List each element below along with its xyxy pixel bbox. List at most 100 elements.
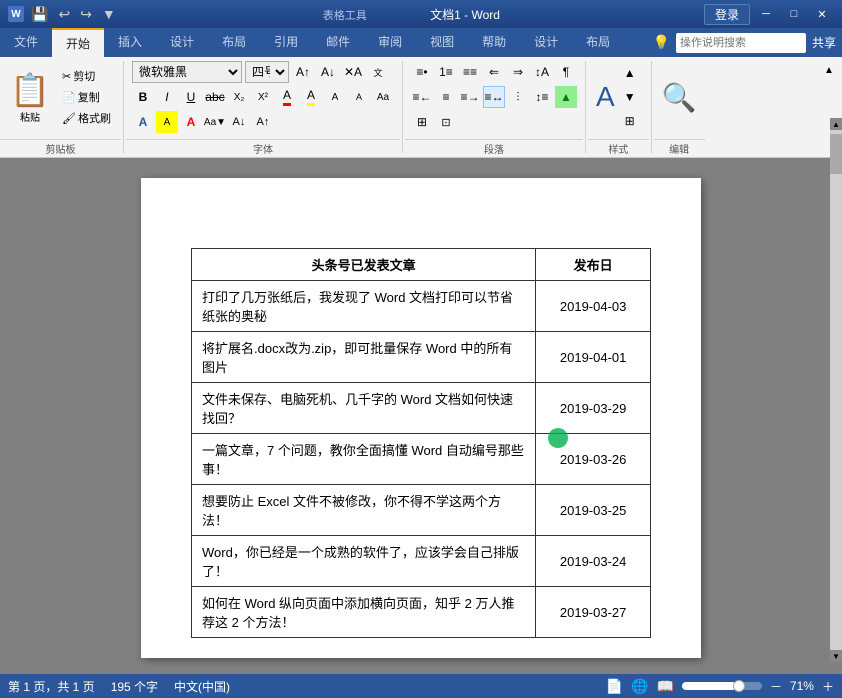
scroll-down-button[interactable]: ▼ (830, 650, 842, 662)
format-paint-icon: 🖌 (62, 112, 76, 125)
word-count: 195 个字 (111, 678, 158, 695)
table-row: Word，你已经是一个成熟的软件了，应该学会自己排版了！ 2019-03-24 (192, 536, 651, 587)
bullets-button[interactable]: ≡• (411, 61, 433, 83)
zoom-out-button[interactable]: － (770, 678, 782, 695)
quick-custom-btn[interactable]: ▼ (99, 6, 119, 22)
decrease-indent-button[interactable]: ⇐ (483, 61, 505, 83)
close-button[interactable]: ✕ (810, 5, 834, 23)
underline-button[interactable]: U (180, 86, 202, 108)
font-size-select[interactable]: 四号 (245, 61, 289, 83)
table-body: 打印了几万张纸后，我发现了 Word 文档打印可以节省纸张的奥秘 2019-04… (192, 281, 651, 638)
align-left-button[interactable]: ≡← (411, 86, 433, 108)
font-shrink2[interactable]: A↓ (228, 111, 250, 133)
zoom-slider[interactable] (682, 682, 762, 690)
increase-indent-button[interactable]: ⇒ (507, 61, 529, 83)
font-size-up2[interactable]: A (324, 86, 346, 108)
font-grow-button[interactable]: A↑ (292, 61, 314, 83)
view-read-btn[interactable]: 📖 (657, 678, 674, 695)
tab-view[interactable]: 视图 (416, 28, 468, 57)
sort-button[interactable]: ↕A (531, 61, 553, 83)
divider-1 (123, 61, 124, 153)
row-title-4: 想要防止 Excel 文件不被修改，你不得不学这两个方法！ (192, 485, 536, 536)
font-shrink-button[interactable]: A↓ (317, 61, 339, 83)
show-marks-button[interactable]: ¶ (555, 61, 577, 83)
page-info: 第 1 页，共 1 页 (8, 678, 95, 695)
tab-table-design[interactable]: 设计 (520, 28, 572, 57)
zoom-thumb[interactable] (733, 680, 745, 692)
edit-button[interactable]: 🔍 (662, 81, 697, 114)
row-title-2: 文件未保存、电脑死机、几千字的 Word 文档如何快速找回？ (192, 383, 536, 434)
quick-redo-btn[interactable]: ↪ (77, 6, 95, 23)
line-spacing-button[interactable]: ↕≡ (531, 86, 553, 108)
vertical-scrollbar[interactable]: ▲ ▼ (830, 158, 842, 662)
cut-button[interactable]: ✂ 剪切 (58, 66, 115, 86)
tab-insert[interactable]: 插入 (104, 28, 156, 57)
tab-design[interactable]: 设计 (156, 28, 208, 57)
row-date-5: 2019-03-24 (536, 536, 651, 587)
tab-help[interactable]: 帮助 (468, 28, 520, 57)
header-col-date: 发布日 (536, 249, 651, 281)
styles-nav: ▲ ▼ ⊞ (619, 62, 641, 132)
font-name-select[interactable]: 微软雅黑 (132, 61, 242, 83)
text-effect-button[interactable]: A (132, 111, 154, 133)
clear-format-button[interactable]: ✕A (342, 61, 364, 83)
format-paint-button[interactable]: 🖌 格式刷 (58, 108, 115, 128)
shading-button[interactable]: ▲ (555, 86, 577, 108)
tab-home[interactable]: 开始 (52, 28, 104, 57)
border-button[interactable]: ⊞ (411, 111, 433, 133)
quick-save-btn[interactable]: 💾 (28, 6, 51, 23)
font-grow2[interactable]: A↑ (252, 111, 274, 133)
superscript-button[interactable]: X² (252, 86, 274, 108)
tab-mailings[interactable]: 邮件 (312, 28, 364, 57)
tab-review[interactable]: 审阅 (364, 28, 416, 57)
font-size-dn2[interactable]: A (348, 86, 370, 108)
quick-undo-btn[interactable]: ↩ (55, 6, 73, 23)
italic-button[interactable]: I (156, 86, 178, 108)
styles-button[interactable]: A (596, 81, 615, 113)
styles-down[interactable]: ▼ (619, 86, 641, 108)
wubi-button[interactable]: 文 (367, 61, 389, 83)
clipboard-section: 📋 粘贴 ✂ 剪切 📄 复制 🖌 格式刷 (0, 57, 121, 157)
minimize-button[interactable]: ─ (754, 5, 778, 23)
tab-references[interactable]: 引用 (260, 28, 312, 57)
char-spacing[interactable]: Aa▼ (204, 111, 226, 133)
tab-layout[interactable]: 布局 (208, 28, 260, 57)
status-right: 📄 🌐 📖 － 71% ＋ (606, 678, 834, 695)
styles-up[interactable]: ▲ (619, 62, 641, 84)
collapse-ribbon-button[interactable]: ▲ (818, 59, 840, 81)
numbering-button[interactable]: 1≡ (435, 61, 457, 83)
view-normal-btn[interactable]: 📄 (606, 678, 623, 695)
strikethrough-button[interactable]: abc (204, 86, 226, 108)
font-color2[interactable]: A (180, 111, 202, 133)
tab-file[interactable]: 文件 (0, 28, 52, 57)
restore-button[interactable]: □ (782, 5, 806, 23)
cut-icon: ✂ (62, 70, 71, 83)
login-button[interactable]: 登录 (704, 4, 750, 25)
column-button[interactable]: ⫶ (507, 86, 529, 108)
justify-button[interactable]: ≡↔ (483, 86, 505, 108)
paste-button[interactable]: 📋 粘贴 (6, 71, 54, 124)
table-tools-label: 表格工具 (323, 10, 367, 22)
help-search-input[interactable] (676, 33, 806, 53)
paragraph-section: ≡• 1≡ ≡≡ ⇐ ⇒ ↕A ¶ ≡← ≡ ≡→ ≡↔ ⫶ ↕≡ ▲ (405, 57, 583, 157)
copy-button[interactable]: 📄 复制 (58, 87, 115, 107)
highlight-button[interactable]: A (300, 86, 322, 108)
multilevel-list-button[interactable]: ≡≡ (459, 61, 481, 83)
zoom-in-button[interactable]: ＋ (822, 678, 834, 695)
language: 中文(中国) (174, 678, 230, 695)
para-mark-button[interactable]: ⊡ (435, 111, 457, 133)
share-button[interactable]: 共享 (812, 34, 836, 51)
tab-table-layout[interactable]: 布局 (572, 28, 624, 57)
change-case-button[interactable]: Aa (372, 86, 394, 108)
scroll-thumb[interactable] (830, 158, 842, 174)
align-right-button[interactable]: ≡→ (459, 86, 481, 108)
bold-button[interactable]: B (132, 86, 154, 108)
text-highlight2[interactable]: A (156, 111, 178, 133)
subscript-button[interactable]: X₂ (228, 86, 250, 108)
view-web-btn[interactable]: 🌐 (631, 678, 648, 695)
styles-more[interactable]: ⊞ (619, 110, 641, 132)
row-title-6: 如何在 Word 纵向页面中添加横向页面，知乎 2 万人推荐这 2 个方法！ (192, 587, 536, 638)
font-color-button[interactable]: A (276, 86, 298, 108)
align-center-button[interactable]: ≡ (435, 86, 457, 108)
divider-4 (651, 61, 652, 153)
